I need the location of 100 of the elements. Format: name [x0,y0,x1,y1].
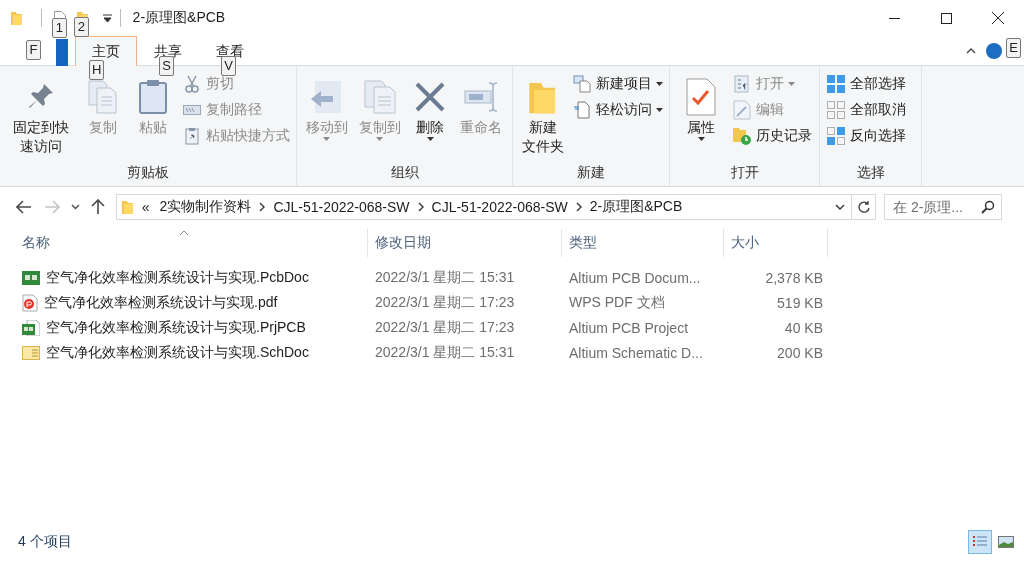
chevron-right-icon [417,202,424,212]
caret-icon [426,137,434,141]
chevron-down-icon [70,204,80,210]
file-name[interactable]: 空气净化效率检测系统设计与实现.SchDoc [46,343,309,362]
x-icon [414,81,447,113]
ribbon-button[interactable]: 反向选择 [824,124,908,147]
modified-date: 2022/3/1 星期二 15:31 [374,268,516,287]
address-bar[interactable]: « 2实物制作资料 CJL-51-2022-068-SW CJL-51-2022-068-SW 2-原理图&PCB [116,194,852,220]
ribbon-button[interactable]: 删除 [407,72,453,160]
documents-icon [87,79,119,115]
file-type: Altium PCB Project [568,319,690,336]
ribbon-button[interactable]: 新建项目 [570,72,665,95]
keytip: V [221,56,236,76]
back-arrow-icon [16,200,32,214]
modified-date: 2022/3/1 星期二 17:23 [374,318,516,337]
up-arrow-icon [91,199,105,215]
column-header[interactable]: 类型 [562,229,724,257]
window-title: 2-原理图&PCB [132,9,226,27]
caret-icon [656,107,663,112]
sort-caret-icon [178,230,189,236]
path-icon [183,104,201,115]
modified-date: 2022/3/1 星期二 15:31 [374,343,516,362]
item-count: 4 个项目 [18,533,72,551]
schematic-icon [22,345,40,360]
details-view-button[interactable] [968,530,992,554]
breadcrumb[interactable]: 2-原理图&PCB [587,198,685,216]
keytip: F [26,40,41,60]
document-icon [574,100,590,119]
clipboard-icon [138,79,168,115]
folder-history-icon [732,125,752,146]
chevron-up-icon[interactable] [966,48,976,54]
chevron-down-icon[interactable] [835,204,845,210]
clipboard-icon [185,126,199,145]
column-header[interactable]: 名称 [0,229,368,257]
documents-icon [362,79,397,115]
forward-arrow-icon [44,200,60,214]
file-type: Altium Schematic D... [568,344,704,361]
circuit-board-icon [22,319,40,336]
rename-icon [463,81,500,113]
group-label: 打开 [729,163,760,182]
group-label: 组织 [389,163,420,182]
ribbon-button[interactable]: 历史记录 [730,124,814,147]
column-header[interactable]: 大小 [724,229,828,257]
search-icon [981,200,995,214]
keytip: S [159,56,174,76]
maximize-icon [940,12,952,24]
group-label: 选择 [855,162,886,182]
folder-icon [10,10,23,26]
caret-icon [656,81,663,86]
keytip: 2 [73,17,89,37]
file-type: WPS PDF 文档 [568,293,666,312]
refresh-button[interactable] [852,194,876,220]
modified-date: 2022/3/1 星期二 17:23 [374,293,516,312]
pencil-document-icon [733,99,751,120]
scissors-icon [184,74,200,93]
overflow-chevrons[interactable]: « [139,199,152,215]
chevron-right-icon [575,202,582,212]
file-size: 200 KB [776,344,824,361]
dropdown-arrow-icon [102,14,112,22]
ribbon-button[interactable]: 新建 文件夹 [517,72,568,160]
grid-icon [826,125,846,146]
caret-icon [323,137,331,141]
caret-icon [697,137,705,141]
refresh-icon [856,200,871,214]
new-item-icon [573,74,591,93]
folder-icon [121,199,134,215]
file-name[interactable]: 空气净化效率检测系统设计与实现.PrjPCB [46,318,306,337]
minimize-icon [888,17,900,19]
pdf-icon [22,293,38,312]
checkmark-document-icon [686,78,716,116]
breadcrumb[interactable]: CJL-51-2022-068-SW [429,199,570,215]
group-label: 新建 [576,163,606,182]
open-document-icon [734,74,750,93]
keytip: E [1006,38,1021,58]
caret-icon [376,137,384,141]
ribbon-button[interactable]: 全部取消 [824,98,908,121]
ribbon-button[interactable]: 属性 [674,72,728,160]
column-header[interactable]: 修改日期 [368,229,562,257]
breadcrumb[interactable]: CJL-51-2022-068-SW [271,199,412,215]
group-label: 剪贴板 [126,163,170,182]
circuit-board-icon [22,270,40,285]
file-name[interactable]: 空气净化效率检测系统设计与实现.pdf [44,293,278,312]
file-type: Altium PCB Docum... [568,269,702,286]
help-icon[interactable] [986,43,1002,59]
search-field[interactable]: 在 2-原理... [884,194,1002,220]
caret-icon [788,81,795,86]
keytip: 1 [51,17,67,38]
ribbon-button[interactable]: 固定到快 速访问 [4,72,78,160]
details-list-icon [972,535,988,549]
breadcrumb[interactable]: 2实物制作资料 [157,198,254,216]
grid-icon [826,99,846,120]
grid-icon [826,73,846,94]
keytip: H [89,60,105,80]
ribbon-button[interactable]: 全部选择 [824,72,908,95]
file-size: 519 KB [776,294,824,311]
ribbon-tab[interactable]: 主页 [75,36,137,66]
ribbon-button[interactable]: 轻松访问 [570,98,665,121]
close-icon [992,12,1004,24]
file-size: 40 KB [783,319,824,336]
file-name[interactable]: 空气净化效率检测系统设计与实现.PcbDoc [46,268,309,287]
